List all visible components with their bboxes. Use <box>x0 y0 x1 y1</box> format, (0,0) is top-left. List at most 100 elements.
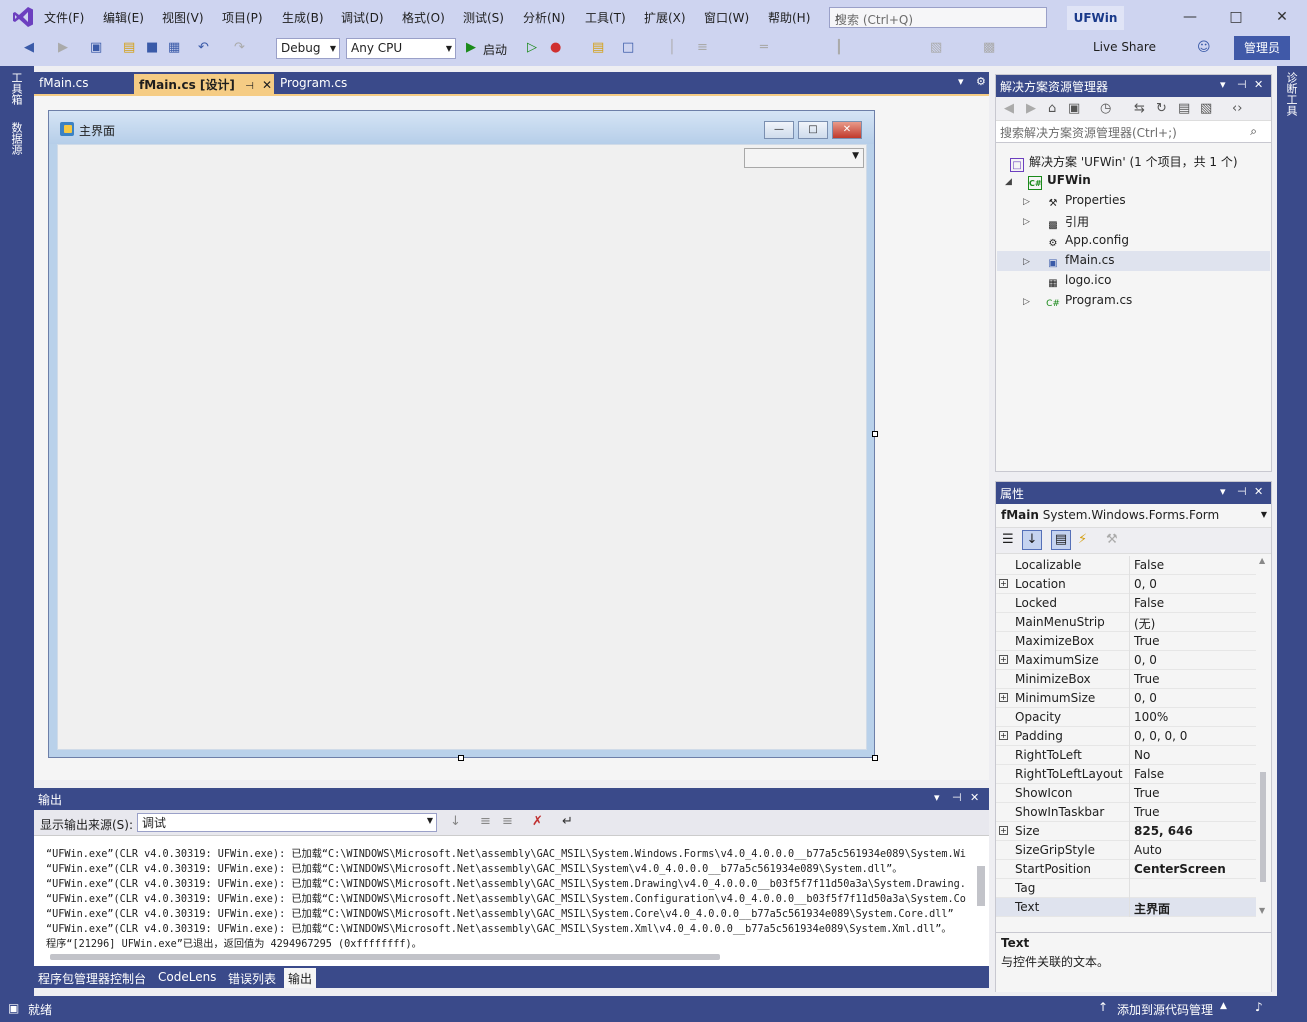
expand-icon[interactable]: + <box>999 579 1008 588</box>
form-minimize-button[interactable]: — <box>764 121 794 139</box>
show-all-files-icon[interactable]: ▧ <box>1200 101 1212 116</box>
source-control-button[interactable]: 添加到源代码管理 <box>1117 1001 1213 1018</box>
property-object-select[interactable]: fMain System.Windows.Forms.Form ▼ <box>996 504 1271 528</box>
diagnostics-tab[interactable]: 诊断工具 <box>1283 72 1299 116</box>
menu-build[interactable]: 生成(B) <box>282 9 324 26</box>
collapsed-icon[interactable]: ▷ <box>1023 257 1030 267</box>
menu-debug[interactable]: 调试(D) <box>341 9 384 26</box>
menu-format[interactable]: 格式(O) <box>402 9 445 26</box>
property-row[interactable]: RightToLeft No <box>996 746 1256 765</box>
tree-references[interactable]: ▩ 引用 <box>1046 213 1089 233</box>
property-row[interactable]: StartPosition CenterScreen <box>996 860 1256 879</box>
property-row[interactable]: MainMenuStrip (无) <box>996 613 1256 632</box>
property-row-selected[interactable]: Text 主界面 <box>996 898 1256 917</box>
tree-properties[interactable]: ⚒ Properties <box>1046 193 1126 211</box>
start-without-debug-icon[interactable]: ▷ <box>527 40 537 60</box>
menu-tools[interactable]: 工具(T) <box>585 9 626 26</box>
close-icon[interactable]: ✕ <box>1254 485 1263 498</box>
tab-error-list[interactable]: 错误列表 <box>224 968 280 988</box>
property-row[interactable]: + Size 825, 646 <box>996 822 1256 841</box>
tree-solution[interactable]: □ 解决方案 'UFWin' (1 个项目，共 1 个) <box>1010 153 1238 172</box>
undo-icon[interactable]: ↶ <box>198 40 209 60</box>
datasource-tab[interactable]: 数据源 <box>8 122 24 155</box>
property-pages-icon[interactable]: ⚒ <box>1106 532 1118 547</box>
back-icon[interactable]: ◀ <box>1004 101 1014 116</box>
form-maximize-button[interactable]: □ <box>798 121 828 139</box>
output-hscroll[interactable] <box>50 954 720 960</box>
expand-icon[interactable]: + <box>999 693 1008 702</box>
collapsed-icon[interactable]: ▷ <box>1023 197 1030 207</box>
start-button[interactable]: 启动 <box>483 41 507 61</box>
scroll-up-icon[interactable]: ▲ <box>1259 556 1265 565</box>
new-project-icon[interactable]: ▣ <box>90 40 102 60</box>
clear-all-icon[interactable]: ✗ <box>532 814 543 829</box>
code-view-icon[interactable]: ‹› <box>1232 101 1242 116</box>
property-row[interactable]: + Padding 0, 0, 0, 0 <box>996 727 1256 746</box>
menu-view[interactable]: 视图(V) <box>162 9 204 26</box>
word-wrap-icon[interactable]: ↵ <box>562 814 573 829</box>
tab-program-cs[interactable]: Program.cs <box>275 74 393 94</box>
back-icon[interactable]: ◀ <box>24 40 34 60</box>
expand-icon[interactable]: + <box>999 655 1008 664</box>
tab-order-icon[interactable]: ▩ <box>983 40 995 60</box>
gear-icon[interactable]: ⚙ <box>976 75 986 88</box>
property-row[interactable]: SizeGripStyle Auto <box>996 841 1256 860</box>
find-message-icon[interactable]: ↓ <box>450 814 461 829</box>
expand-icon[interactable]: + <box>999 731 1008 740</box>
platform-select[interactable]: Any CPU ▼ <box>346 38 456 59</box>
dropdown-icon[interactable]: ▾ <box>1220 78 1226 91</box>
dropdown-icon[interactable]: ▾ <box>934 791 940 804</box>
tab-package-manager[interactable]: 程序包管理器控制台 <box>34 968 150 988</box>
property-row[interactable]: + Location 0, 0 <box>996 575 1256 594</box>
menu-window[interactable]: 窗口(W) <box>704 9 749 26</box>
search-box[interactable]: 搜索 (Ctrl+Q) ⌕ <box>829 7 1047 28</box>
dropdown-icon[interactable]: ▾ <box>1220 485 1226 498</box>
align-left-icon[interactable]: │ <box>668 40 676 60</box>
sync-icon[interactable]: ⇆ <box>1134 101 1145 116</box>
minimize-button[interactable]: — <box>1167 4 1213 30</box>
tree-logo-ico[interactable]: ▦ logo.ico <box>1046 273 1111 291</box>
prev-message-icon[interactable]: ≡ <box>480 814 491 829</box>
property-vscroll[interactable]: ▲ ▼ <box>1258 556 1268 918</box>
tree-app-config[interactable]: ⚙ App.config <box>1046 233 1129 251</box>
hot-reload-icon[interactable]: ● <box>550 40 561 60</box>
form-combobox[interactable]: ▼ <box>744 148 864 168</box>
collapsed-icon[interactable]: ▷ <box>1023 217 1030 227</box>
pin-icon[interactable]: ⊣ <box>245 81 254 92</box>
property-row[interactable]: MinimizeBox True <box>996 670 1256 689</box>
order-icon[interactable]: ▧ <box>930 40 942 60</box>
property-row[interactable]: MaximizeBox True <box>996 632 1256 651</box>
close-icon[interactable]: ✕ <box>970 791 979 804</box>
align-center-icon[interactable]: ≡ <box>697 40 708 60</box>
tree-fmain-cs[interactable]: ▣ fMain.cs <box>1046 253 1114 271</box>
alphabetical-icon[interactable]: ↓ <box>1022 530 1042 550</box>
menu-help[interactable]: 帮助(H) <box>768 9 810 26</box>
admin-badge[interactable]: 管理员 <box>1234 36 1290 60</box>
open-file-icon[interactable]: ▤ <box>123 40 135 60</box>
output-source-select[interactable]: 调试 ▼ <box>137 813 437 832</box>
close-icon[interactable]: ✕ <box>1254 78 1263 91</box>
property-row[interactable]: Localizable False <box>996 556 1256 575</box>
switch-view-icon[interactable]: ▣ <box>1068 101 1080 116</box>
pin-icon[interactable]: ⊣ <box>1237 78 1247 91</box>
forward-icon[interactable]: ▶ <box>58 40 68 60</box>
menu-project[interactable]: 项目(P) <box>222 9 263 26</box>
resize-handle-corner[interactable] <box>872 755 878 761</box>
categorized-icon[interactable]: ☰ <box>1002 532 1014 547</box>
property-row[interactable]: + MaximumSize 0, 0 <box>996 651 1256 670</box>
live-share-button[interactable]: Live Share <box>1093 40 1156 54</box>
pin-icon[interactable]: ⊣ <box>1237 485 1247 498</box>
property-row[interactable]: Locked False <box>996 594 1256 613</box>
menu-file[interactable]: 文件(F) <box>44 9 84 26</box>
properties-view-icon[interactable]: ▤ <box>1051 530 1071 550</box>
scroll-thumb[interactable] <box>977 866 985 906</box>
close-button[interactable]: ✕ <box>1259 4 1305 30</box>
expand-icon[interactable]: + <box>999 826 1008 835</box>
collapse-all-icon[interactable]: ▤ <box>1178 101 1190 116</box>
scroll-down-icon[interactable]: ▼ <box>1259 906 1265 915</box>
resize-handle-right[interactable] <box>872 431 878 437</box>
form-close-button[interactable]: ✕ <box>832 121 862 139</box>
tree-project[interactable]: C# UFWin <box>1028 173 1091 190</box>
pin-icon[interactable]: ⊣ <box>952 791 962 804</box>
output-vscroll[interactable] <box>977 826 985 936</box>
